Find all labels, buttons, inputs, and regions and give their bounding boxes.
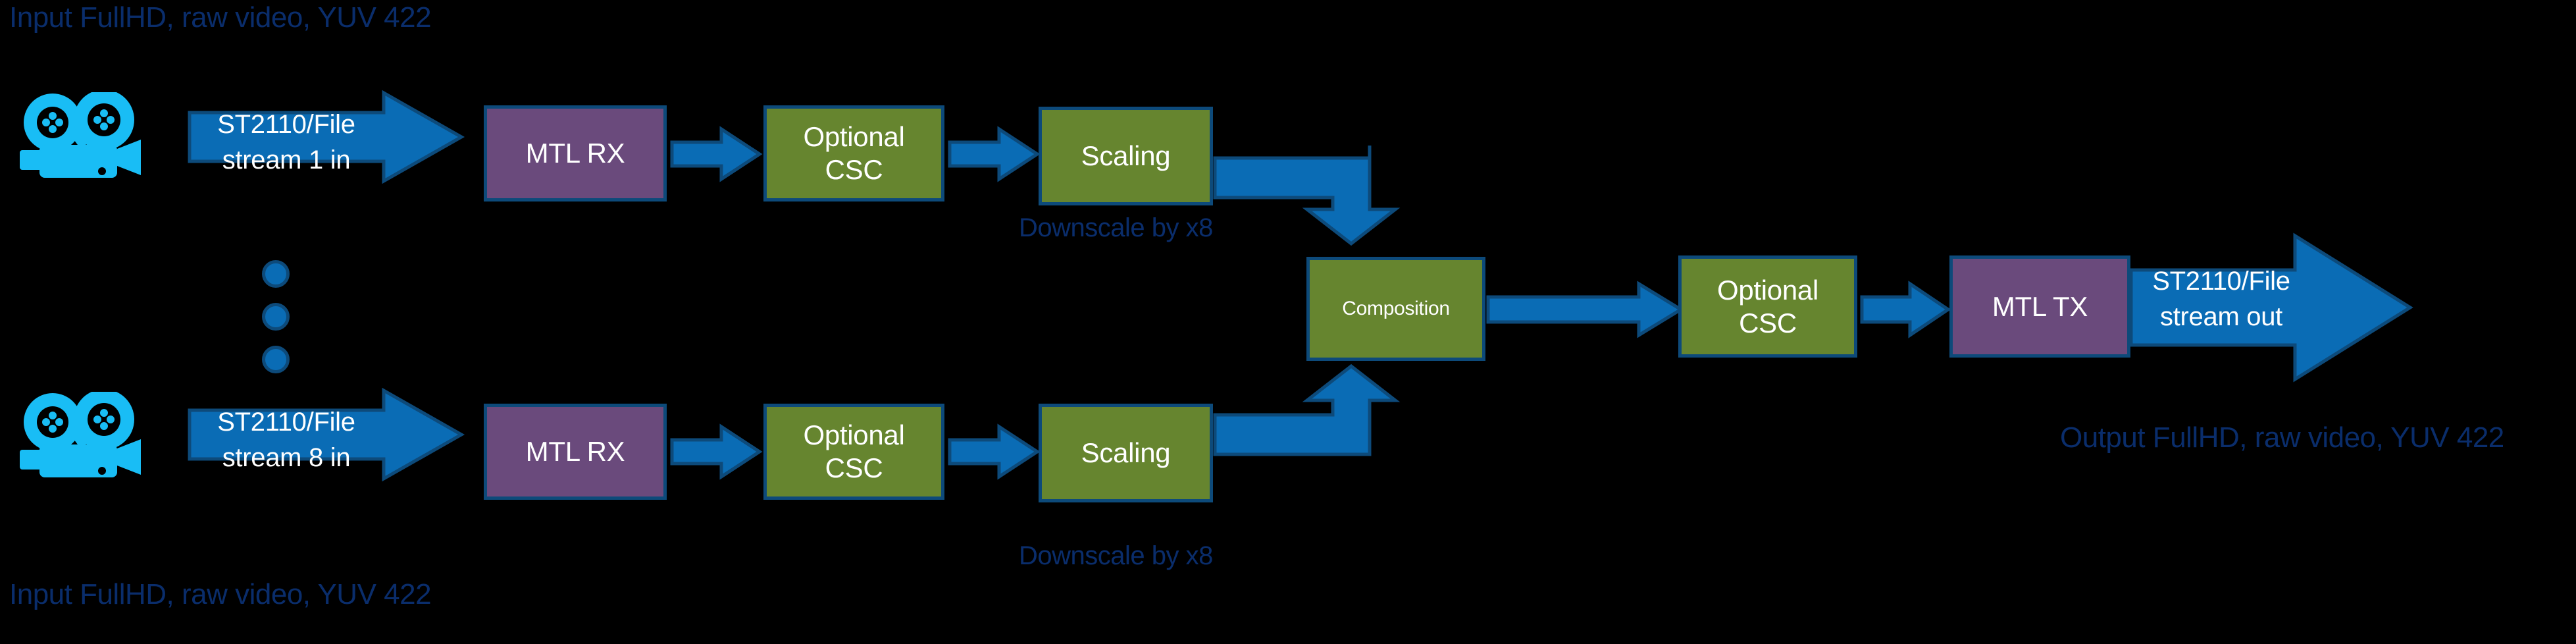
block-scaling-bottom: Scaling: [1039, 404, 1213, 502]
ellipsis-dot: [262, 303, 290, 331]
output-arrow-stream-out: [2129, 232, 2413, 383]
arrow-rx-to-csc-top: [670, 126, 763, 182]
input-arrow-stream-1: [188, 90, 465, 184]
caption-downscale-top: Downscale by x8: [1019, 213, 1213, 242]
ellipsis-dot: [262, 260, 290, 288]
arrow-csc-to-mtl-tx: [1860, 281, 1951, 338]
block-scaling-top: Scaling: [1039, 107, 1213, 205]
block-optional-csc-output-label: Optional CSC: [1716, 274, 1819, 338]
block-optional-csc-output: Optional CSC: [1678, 255, 1857, 358]
block-scaling-bottom-label: Scaling: [1081, 437, 1171, 469]
elbow-arrow-scaling-bottom-to-composition: [1213, 349, 1437, 468]
block-mtl-tx: MTL TX: [1949, 255, 2130, 358]
diagram-canvas: Input FullHD, raw video, YUV 422 ST2110/…: [0, 0, 2576, 644]
arrow-csc-to-scaling-top: [948, 126, 1041, 182]
elbow-arrow-scaling-top-to-composition: [1213, 144, 1437, 255]
video-camera-icon: [12, 392, 150, 477]
block-mtl-tx-label: MTL TX: [1992, 290, 2088, 322]
input-arrow-stream-8: [188, 387, 465, 482]
block-optional-csc-top: Optional CSC: [763, 105, 944, 201]
ellipsis-dot: [262, 346, 290, 373]
caption-top-input: Input FullHD, raw video, YUV 422: [9, 1, 432, 34]
block-mtl-rx-bottom-label: MTL RX: [525, 436, 625, 468]
block-mtl-rx-bottom: MTL RX: [484, 404, 667, 500]
caption-bottom-input: Input FullHD, raw video, YUV 422: [9, 578, 432, 610]
video-camera-icon: [12, 92, 150, 178]
block-composition: Composition: [1306, 257, 1485, 361]
block-scaling-top-label: Scaling: [1081, 140, 1171, 172]
caption-output: Output FullHD, raw video, YUV 422: [2060, 421, 2504, 454]
block-mtl-rx-top: MTL RX: [484, 105, 667, 201]
arrow-rx-to-csc-bottom: [670, 423, 763, 480]
caption-downscale-bottom: Downscale by x8: [1019, 541, 1213, 570]
block-optional-csc-bottom-label: Optional CSC: [803, 419, 905, 483]
block-optional-csc-top-label: Optional CSC: [803, 121, 905, 185]
arrow-csc-to-scaling-bottom: [948, 423, 1041, 480]
block-composition-label: Composition: [1342, 298, 1450, 320]
block-mtl-rx-top-label: MTL RX: [525, 138, 625, 169]
block-optional-csc-bottom: Optional CSC: [763, 404, 944, 500]
arrow-composition-to-csc: [1486, 281, 1684, 338]
